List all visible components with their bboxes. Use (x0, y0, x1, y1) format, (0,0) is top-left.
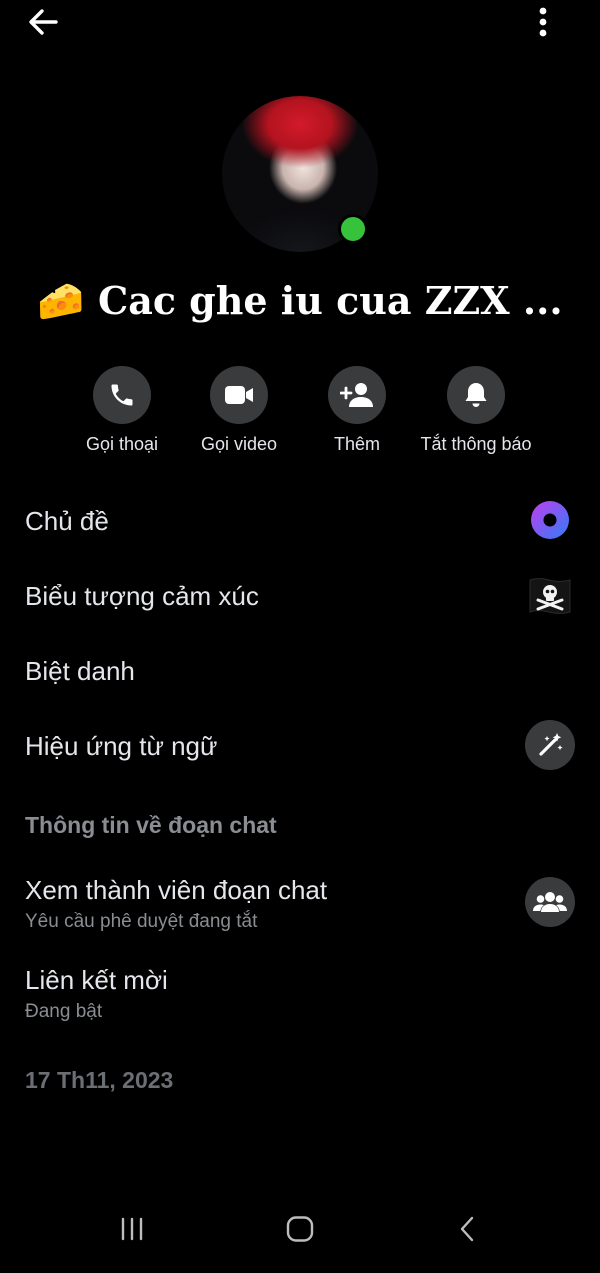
phone-icon (111, 384, 133, 406)
pirate-flag-emoji (527, 576, 573, 621)
view-members-label: Xem thành viên đoạn chat (25, 875, 328, 905)
invite-link-label: Liên kết mời (25, 965, 168, 995)
emoji-label: Biểu tượng cảm xúc (25, 581, 259, 611)
add-person-icon (340, 383, 373, 407)
invite-link-row[interactable]: Liên kết mời Đang bật (0, 962, 600, 1024)
recents-button[interactable] (118, 1215, 146, 1248)
arrow-left-icon (29, 9, 58, 35)
group-name: 🧀 Cac ghe iu cua ZZX ... (37, 278, 563, 323)
video-camera-icon (225, 386, 253, 404)
voice-call-circle (93, 366, 151, 424)
word-effects-row[interactable]: Hiệu ứng từ ngữ (0, 720, 600, 770)
invite-link-status: Đang bật (25, 1001, 103, 1022)
home-icon (286, 1216, 314, 1242)
nickname-row[interactable]: Biệt danh (0, 651, 600, 695)
system-nav-bar (0, 1195, 600, 1273)
group-icon (525, 877, 575, 932)
add-people-circle (328, 366, 386, 424)
magic-wand-icon (525, 720, 575, 775)
approval-status-text: Yêu cầu phê duyệt đang tắt (25, 911, 258, 932)
system-back-button[interactable] (456, 1215, 480, 1248)
top-bar (0, 0, 600, 50)
nickname-label: Biệt danh (25, 656, 135, 686)
online-status-dot (338, 214, 368, 244)
back-chevron-icon (460, 1216, 474, 1242)
mute-notifications-button[interactable]: Tắt thông báo (396, 366, 556, 455)
home-button[interactable] (285, 1215, 315, 1248)
more-vertical-icon (539, 7, 547, 37)
bell-icon (465, 383, 487, 407)
recents-icon (121, 1217, 143, 1241)
chat-info-header: Thông tin về đoạn chat (25, 812, 277, 838)
view-members-row[interactable]: Xem thành viên đoạn chat Yêu cầu phê duy… (0, 872, 600, 934)
theme-label: Chủ đề (25, 506, 109, 536)
more-options-button[interactable] (528, 4, 558, 40)
back-button[interactable] (26, 6, 62, 38)
theme-color-icon (530, 500, 570, 545)
mute-circle (447, 366, 505, 424)
emoji-row[interactable]: Biểu tượng cảm xúc (0, 576, 600, 620)
theme-row[interactable]: Chủ đề (0, 500, 600, 544)
word-effects-label: Hiệu ứng từ ngữ (25, 731, 218, 761)
mute-label: Tắt thông báo (420, 434, 532, 454)
group-avatar[interactable] (222, 96, 378, 252)
video-call-circle (210, 366, 268, 424)
created-date: 17 Th11, 2023 (25, 1067, 174, 1093)
quick-actions: Gọi thoại Gọi video Thêm Tắt thông báo (0, 366, 600, 466)
